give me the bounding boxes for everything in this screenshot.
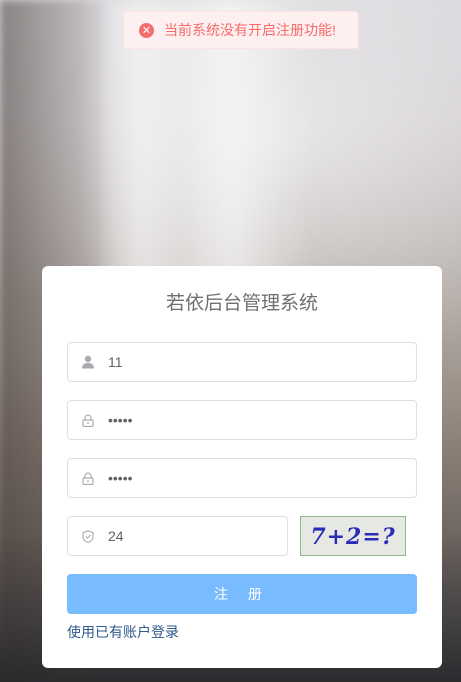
toast-message: 当前系统没有开启注册功能! — [164, 22, 336, 38]
lock-icon — [68, 401, 108, 439]
username-value: 11 — [108, 354, 123, 370]
captcha-image[interactable]: 7+2=? — [300, 516, 406, 556]
captcha-input[interactable]: 24 — [67, 516, 288, 556]
error-toast: ✕ 当前系统没有开启注册功能! — [123, 11, 359, 49]
confirm-password-value: ••••• — [108, 470, 133, 486]
error-circle-icon: ✕ — [139, 22, 154, 38]
user-icon — [68, 343, 108, 381]
captcha-value: 24 — [108, 528, 124, 544]
lock-icon — [68, 459, 108, 497]
password-field[interactable]: ••••• — [67, 400, 417, 440]
confirm-password-field[interactable]: ••••• — [67, 458, 417, 498]
username-field[interactable]: 11 — [67, 342, 417, 382]
login-link[interactable]: 使用已有账户登录 — [67, 622, 179, 642]
register-button[interactable]: 注 册 — [67, 574, 417, 614]
captcha-image-text: 7+2=? — [310, 524, 395, 550]
shield-icon — [68, 517, 108, 555]
register-card: 若依后台管理系统 11 ••••• ••••• 24 7+2=? 注 册 使用已… — [42, 266, 442, 668]
page-title: 若依后台管理系统 — [165, 293, 318, 314]
password-value: ••••• — [108, 412, 133, 428]
